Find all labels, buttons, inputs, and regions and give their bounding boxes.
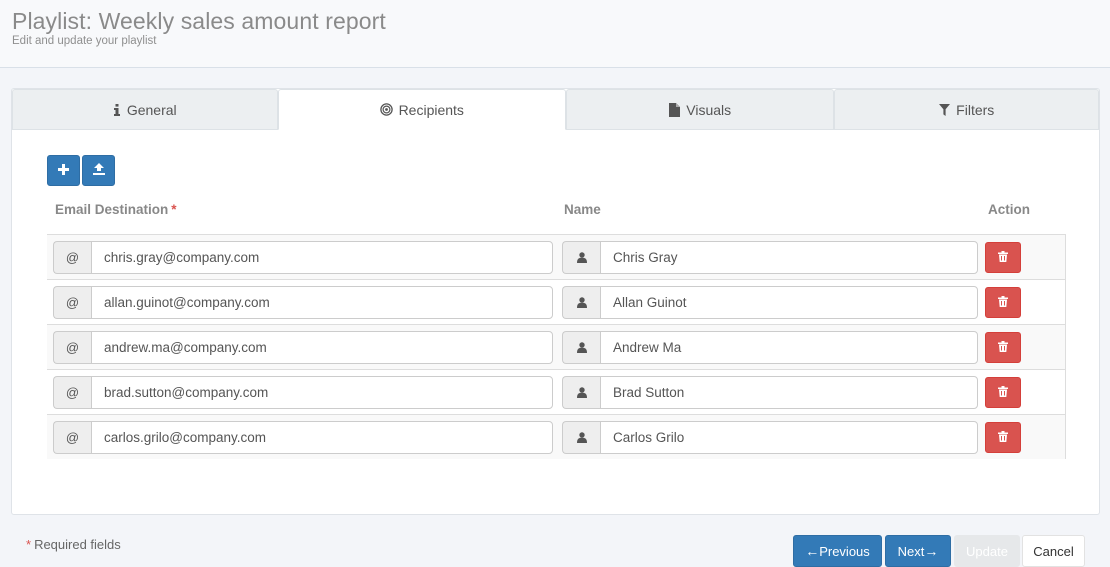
email-column-label: Email Destination	[55, 202, 169, 217]
email-input-group: @	[53, 376, 553, 409]
update-button[interactable]: Update	[954, 535, 1020, 567]
email-input-group: @	[53, 331, 553, 364]
next-label: Next	[897, 543, 925, 559]
user-icon	[562, 286, 600, 319]
required-fields-label: Required fields	[34, 537, 121, 552]
delete-recipient-button[interactable]	[985, 422, 1021, 453]
at-icon: @	[53, 421, 91, 454]
name-input-group	[562, 286, 978, 319]
delete-recipient-button[interactable]	[985, 332, 1021, 363]
name-input[interactable]	[600, 421, 978, 454]
filter-icon	[939, 103, 951, 116]
arrow-left-icon: ←	[805, 543, 820, 559]
add-recipient-button[interactable]	[47, 155, 80, 186]
email-column-header: Email Destination *	[55, 202, 177, 217]
tab-general-label: General	[126, 101, 177, 118]
required-fields-note: * Required fields	[26, 537, 121, 552]
at-icon: @	[53, 241, 91, 274]
tab-visuals-label: Visuals	[686, 101, 732, 118]
file-icon	[669, 102, 681, 117]
previous-label: Previous	[819, 543, 870, 559]
email-input[interactable]	[91, 376, 553, 409]
email-input[interactable]	[91, 241, 553, 274]
tab-recipients[interactable]: Recipients	[277, 89, 566, 130]
email-input[interactable]	[91, 331, 553, 364]
trash-icon	[998, 249, 1008, 267]
name-input-group	[562, 421, 978, 454]
tab-general[interactable]: General	[12, 89, 278, 130]
next-button[interactable]: Next →	[885, 535, 951, 567]
email-input-group: @	[53, 241, 553, 274]
recipient-row: @	[47, 414, 1065, 459]
delete-recipient-button[interactable]	[985, 287, 1021, 318]
email-input[interactable]	[91, 286, 553, 319]
info-icon	[113, 103, 121, 116]
at-icon: @	[53, 376, 91, 409]
recipients-table: @ @ @	[47, 234, 1066, 459]
trash-icon	[998, 294, 1008, 312]
delete-recipient-button[interactable]	[985, 377, 1021, 408]
recipient-row: @	[47, 279, 1065, 324]
name-input-group	[562, 331, 978, 364]
arrow-right-icon: →	[924, 543, 939, 559]
name-input-group	[562, 241, 978, 274]
upload-icon	[92, 162, 105, 180]
cancel-label: Cancel	[1033, 543, 1074, 559]
email-input-group: @	[53, 286, 553, 319]
name-input[interactable]	[600, 241, 978, 274]
name-input[interactable]	[600, 331, 978, 364]
name-input-group	[562, 376, 978, 409]
trash-icon	[998, 429, 1008, 447]
tab-visuals[interactable]: Visuals	[565, 89, 835, 130]
tab-filters-label: Filters	[956, 101, 995, 118]
page-title: Playlist: Weekly sales amount report	[12, 8, 386, 34]
email-input-group: @	[53, 421, 553, 454]
trash-icon	[998, 384, 1008, 402]
name-input[interactable]	[600, 376, 978, 409]
previous-button[interactable]: ← Previous	[793, 535, 882, 567]
at-icon: @	[53, 331, 91, 364]
name-input[interactable]	[600, 286, 978, 319]
required-star: *	[171, 202, 177, 217]
page-subtitle: Edit and update your playlist	[12, 35, 157, 47]
tab-filters[interactable]: Filters	[834, 89, 1099, 130]
tab-bar: General Recipients Visuals Filters	[12, 89, 1099, 130]
user-icon	[562, 331, 600, 364]
trash-icon	[998, 339, 1008, 357]
page-header: Playlist: Weekly sales amount report Edi…	[0, 0, 1110, 68]
user-icon	[562, 376, 600, 409]
bullseye-icon	[379, 103, 393, 116]
action-column-header: Action	[988, 202, 1030, 217]
playlist-panel: General Recipients Visuals Filters Email…	[11, 88, 1100, 515]
recipient-row: @	[47, 234, 1065, 279]
recipient-row: @	[47, 369, 1065, 414]
required-star: *	[26, 537, 32, 552]
plus-icon	[58, 162, 69, 180]
at-icon: @	[53, 286, 91, 319]
name-column-header: Name	[564, 202, 601, 217]
tab-recipients-label: Recipients	[398, 101, 464, 118]
user-icon	[562, 241, 600, 274]
delete-recipient-button[interactable]	[985, 242, 1021, 273]
user-icon	[562, 421, 600, 454]
recipient-row: @	[47, 324, 1065, 369]
cancel-button[interactable]: Cancel	[1022, 535, 1085, 567]
upload-recipients-button[interactable]	[82, 155, 115, 186]
email-input[interactable]	[91, 421, 553, 454]
update-label: Update	[966, 543, 1008, 559]
